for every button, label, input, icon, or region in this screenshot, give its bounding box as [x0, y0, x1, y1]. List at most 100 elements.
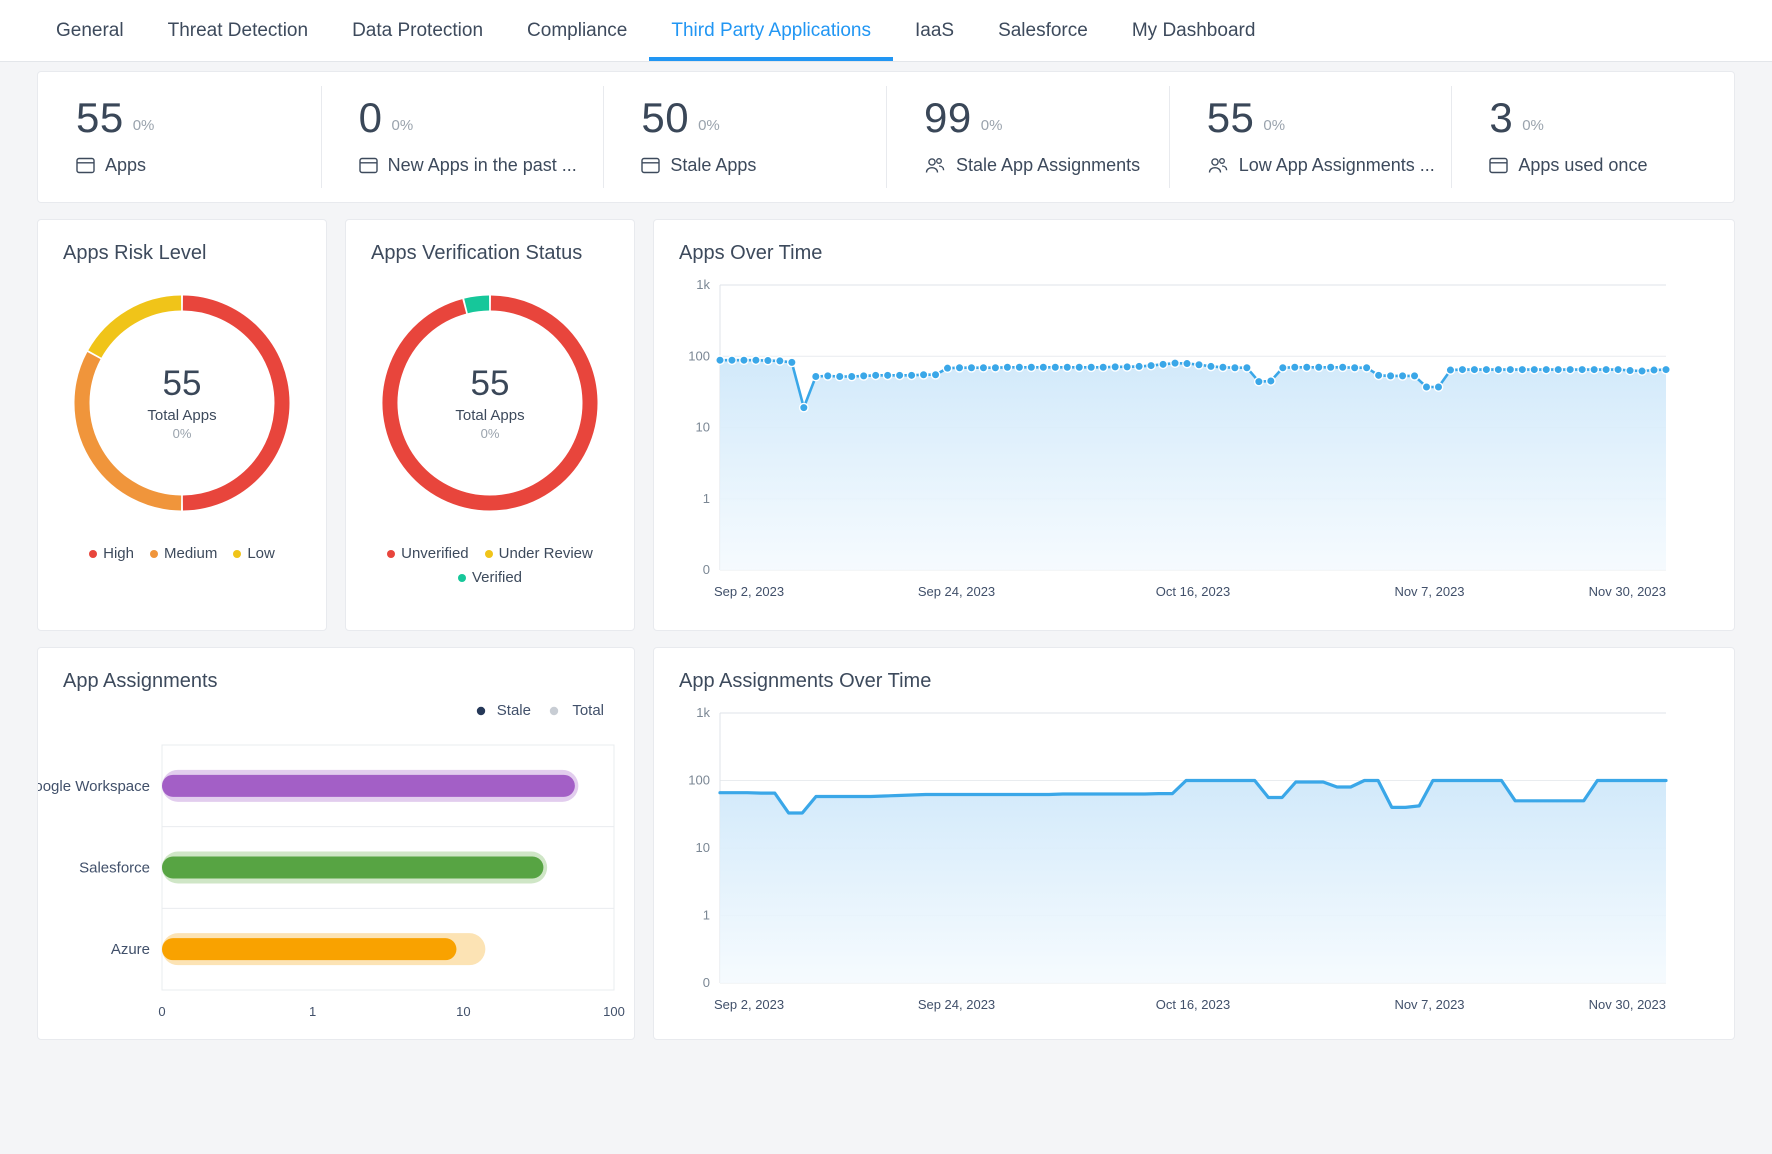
data-point-marker[interactable]: [1589, 364, 1600, 375]
data-point-marker[interactable]: [1325, 362, 1336, 373]
tab-compliance[interactable]: Compliance: [505, 0, 649, 61]
data-point-marker[interactable]: [1625, 365, 1635, 376]
data-point-marker[interactable]: [1637, 366, 1647, 376]
data-point-marker[interactable]: [942, 363, 953, 374]
tab-third-party-applications[interactable]: Third Party Applications: [649, 0, 893, 61]
data-point-marker[interactable]: [1265, 376, 1276, 386]
data-point-marker[interactable]: [1026, 362, 1037, 373]
data-point-marker[interactable]: [786, 357, 797, 368]
tab-my-dashboard[interactable]: My Dashboard: [1110, 0, 1278, 61]
tab-general[interactable]: General: [34, 0, 146, 61]
data-point-marker[interactable]: [858, 370, 869, 381]
data-point-marker[interactable]: [739, 355, 749, 366]
data-point-marker[interactable]: [1194, 359, 1204, 370]
data-point-marker[interactable]: [1074, 362, 1085, 373]
data-point-marker[interactable]: [1661, 364, 1671, 375]
data-point-marker[interactable]: [1206, 361, 1216, 372]
data-point-marker[interactable]: [1086, 362, 1097, 373]
data-point-marker[interactable]: [1349, 362, 1360, 373]
data-point-marker[interactable]: [954, 362, 965, 373]
data-point-marker[interactable]: [1182, 358, 1192, 369]
data-point-marker[interactable]: [1146, 360, 1156, 371]
data-point-marker[interactable]: [882, 370, 893, 381]
data-point-marker[interactable]: [1553, 364, 1564, 375]
data-point-marker[interactable]: [1577, 364, 1588, 375]
data-point-marker[interactable]: [774, 356, 785, 366]
kpi-card-apps-used-once[interactable]: 3 0% Apps used once: [1451, 72, 1734, 202]
data-point-marker[interactable]: [1301, 362, 1312, 373]
legend-item-unverified[interactable]: Unverified: [387, 545, 469, 562]
data-point-marker[interactable]: [810, 371, 821, 382]
data-point-marker[interactable]: [1253, 376, 1264, 387]
data-point-marker[interactable]: [1385, 370, 1396, 381]
data-point-marker[interactable]: [978, 362, 989, 373]
data-point-marker[interactable]: [1493, 364, 1504, 375]
data-point-marker[interactable]: [1409, 370, 1420, 381]
data-point-marker[interactable]: [1457, 364, 1468, 375]
data-point-marker[interactable]: [1529, 364, 1540, 375]
data-point-marker[interactable]: [1313, 362, 1324, 373]
data-point-marker[interactable]: [906, 370, 917, 381]
data-point-marker[interactable]: [1158, 359, 1168, 370]
data-point-marker[interactable]: [870, 370, 881, 381]
data-point-marker[interactable]: [930, 369, 941, 380]
data-point-marker[interactable]: [1469, 364, 1480, 375]
data-point-marker[interactable]: [1110, 361, 1121, 372]
data-point-marker[interactable]: [1601, 364, 1612, 375]
data-point-marker[interactable]: [990, 362, 1001, 373]
data-point-marker[interactable]: [1241, 362, 1252, 373]
apps-risk-level-donut[interactable]: 55 Total Apps 0%: [62, 283, 302, 523]
data-point-marker[interactable]: [1002, 362, 1013, 373]
data-point-marker[interactable]: [1445, 365, 1456, 375]
data-point-marker[interactable]: [966, 362, 977, 373]
data-point-marker[interactable]: [1373, 370, 1384, 381]
bar-stale[interactable]: [162, 938, 457, 961]
data-point-marker[interactable]: [1613, 364, 1624, 375]
data-point-marker[interactable]: [762, 355, 773, 366]
legend-item-medium[interactable]: Medium: [149, 545, 217, 562]
data-point-marker[interactable]: [727, 355, 737, 366]
data-point-marker[interactable]: [1649, 365, 1659, 375]
app-assignments-chart[interactable]: Total Stale Google Workspace Salesforce Azur…: [23, 693, 634, 1043]
data-point-marker[interactable]: [1062, 362, 1073, 373]
data-point-marker[interactable]: [1337, 362, 1348, 373]
data-point-marker[interactable]: [1170, 358, 1180, 369]
tab-data-protection[interactable]: Data Protection: [330, 0, 505, 61]
data-point-marker[interactable]: [798, 402, 809, 413]
data-point-marker[interactable]: [1134, 361, 1145, 372]
tab-salesforce[interactable]: Salesforce: [976, 0, 1110, 61]
kpi-card-new-apps[interactable]: 0 0% New Apps in the past ...: [320, 72, 604, 202]
data-point-marker[interactable]: [751, 355, 761, 366]
data-point-marker[interactable]: [1218, 362, 1228, 373]
data-point-marker[interactable]: [1277, 362, 1288, 373]
kpi-card-stale-app-assignments[interactable]: 99 0% Stale App Assignments: [886, 72, 1169, 202]
kpi-card-low-app-assignments[interactable]: 55 0% Low App Assignments ...: [1168, 72, 1452, 202]
data-point-marker[interactable]: [1014, 362, 1025, 373]
app-assignments-over-time-chart[interactable]: 1k 100 10 1 0 Sep 2, 2023 Sep 24, 2023 Oct 16, …: [654, 693, 1734, 1029]
kpi-card-stale-apps[interactable]: 50 0% Stale Apps: [603, 72, 886, 202]
data-point-marker[interactable]: [1122, 361, 1133, 372]
data-point-marker[interactable]: [1038, 362, 1049, 373]
legend-item-under-review[interactable]: Under Review: [484, 545, 593, 562]
apps-verification-status-donut[interactable]: 55 Total Apps 0%: [370, 283, 610, 523]
data-point-marker[interactable]: [1481, 364, 1492, 375]
data-point-marker[interactable]: [918, 369, 929, 380]
data-point-marker[interactable]: [822, 370, 833, 381]
data-point-marker[interactable]: [846, 371, 857, 382]
data-point-marker[interactable]: [1098, 362, 1109, 373]
data-point-marker[interactable]: [834, 371, 845, 382]
tab-threat-detection[interactable]: Threat Detection: [146, 0, 330, 61]
data-point-marker[interactable]: [1421, 382, 1432, 392]
tab-iaas[interactable]: IaaS: [893, 0, 976, 61]
legend-item-verified[interactable]: Verified: [360, 569, 620, 586]
kpi-card-apps[interactable]: 55 0% Apps: [38, 72, 321, 202]
apps-over-time-chart[interactable]: 1k 100 10 1 0 Sep 2, 2023 Sep 24, 2023 Oct 16, …: [654, 265, 1734, 616]
bar-stale[interactable]: [162, 774, 575, 797]
data-point-marker[interactable]: [1050, 362, 1061, 373]
data-point-marker[interactable]: [1397, 370, 1408, 381]
data-point-marker[interactable]: [1289, 362, 1300, 373]
legend-item-high[interactable]: High: [89, 545, 134, 562]
data-point-marker[interactable]: [1230, 362, 1240, 373]
legend-item-low[interactable]: Low: [233, 545, 275, 562]
data-point-marker[interactable]: [1505, 364, 1516, 375]
